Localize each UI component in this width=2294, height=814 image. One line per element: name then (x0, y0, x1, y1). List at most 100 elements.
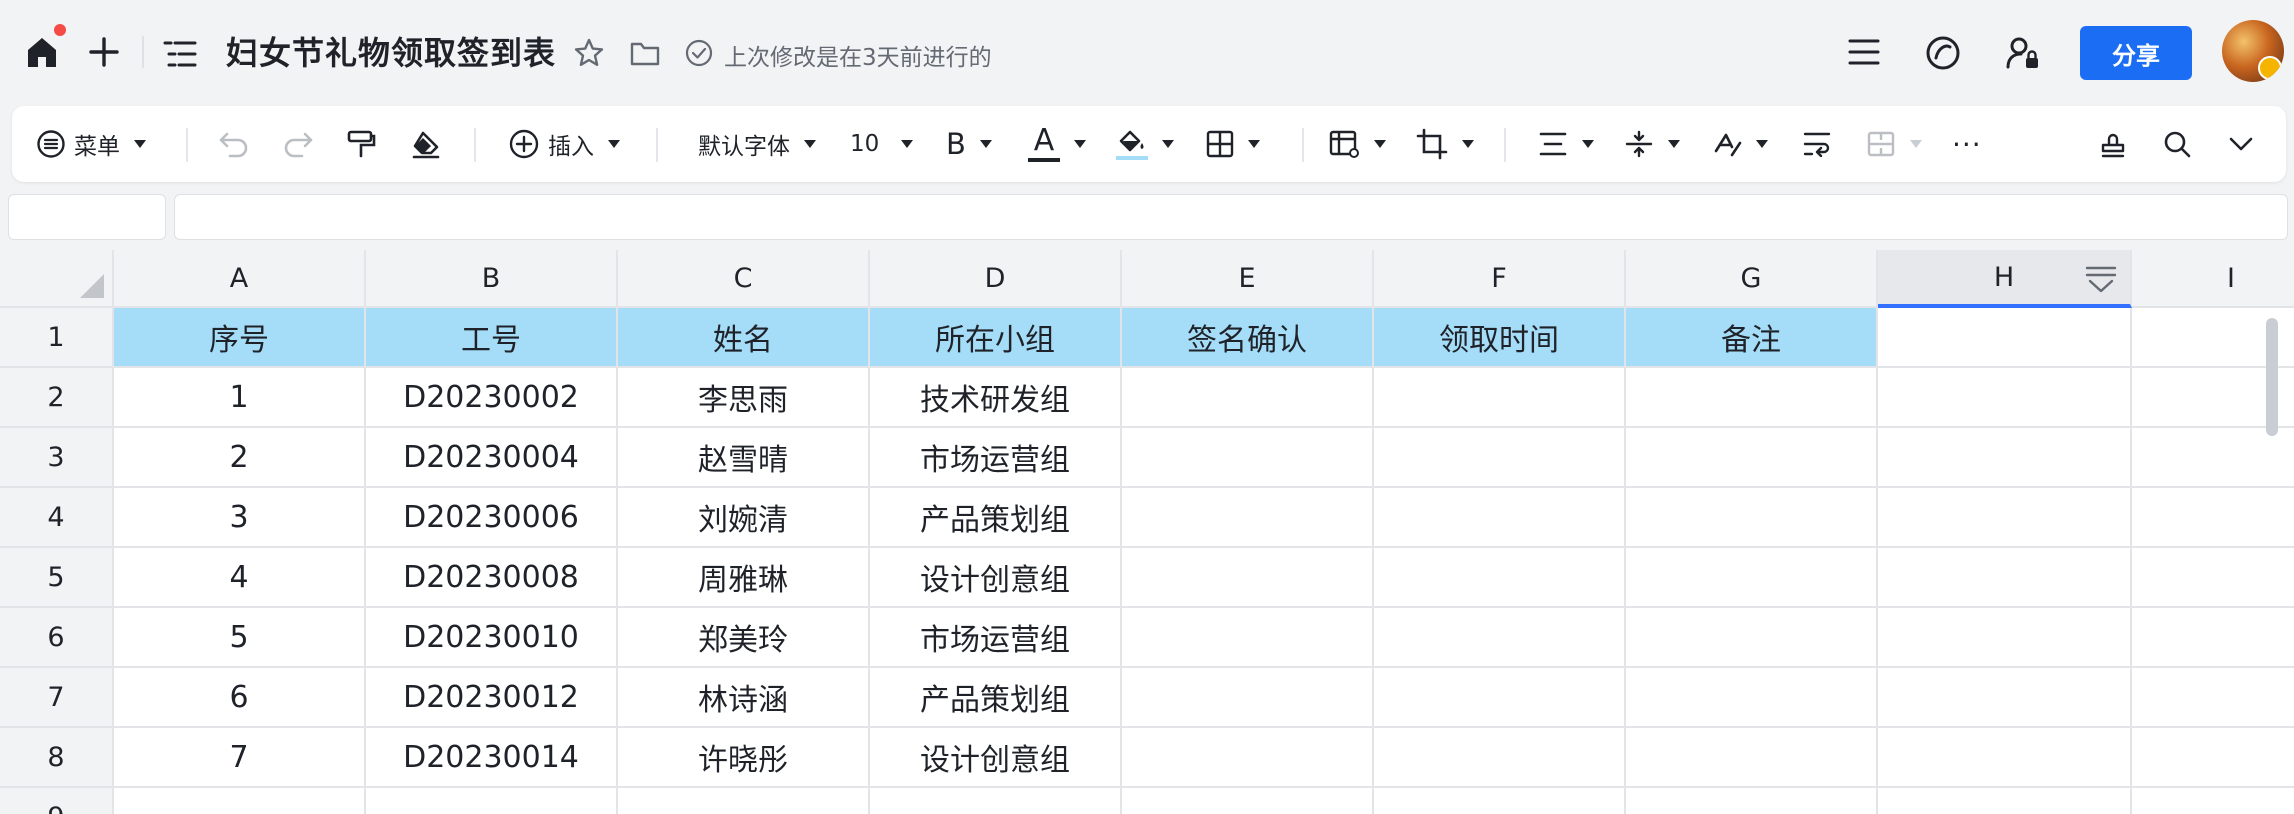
star-icon[interactable] (570, 34, 608, 72)
column-header-c[interactable]: C (618, 250, 870, 308)
formula-input[interactable] (174, 194, 2288, 240)
plus-icon[interactable] (84, 32, 124, 72)
search-button[interactable] (2162, 106, 2192, 182)
cell-f9[interactable] (1374, 788, 1626, 814)
row-header-1[interactable]: 1 (0, 308, 114, 368)
row-header-2[interactable]: 2 (0, 368, 114, 428)
more-button[interactable]: ··· (1952, 106, 1982, 182)
column-header-d[interactable]: D (870, 250, 1122, 308)
cell-b1[interactable]: 工号 (366, 308, 618, 368)
cell-i8[interactable] (2132, 728, 2294, 788)
cell-i5[interactable] (2132, 548, 2294, 608)
cell-h2[interactable] (1878, 368, 2132, 428)
font-family-dropdown[interactable]: 默认字体 (698, 106, 816, 182)
cell-i6[interactable] (2132, 608, 2294, 668)
cell-g2[interactable] (1626, 368, 1878, 428)
cell-e2[interactable] (1122, 368, 1374, 428)
cell-a8[interactable]: 7 (114, 728, 366, 788)
font-size-dropdown[interactable]: 10 (850, 106, 914, 182)
fill-color-dropdown[interactable] (1116, 106, 1174, 182)
cell-h6[interactable] (1878, 608, 2132, 668)
cell-c5[interactable]: 周雅琳 (618, 548, 870, 608)
menu-icon[interactable] (1844, 32, 1884, 72)
filter-icon[interactable] (2084, 264, 2118, 294)
cell-c2[interactable]: 李思雨 (618, 368, 870, 428)
cell-c7[interactable]: 林诗涵 (618, 668, 870, 728)
cell-h7[interactable] (1878, 668, 2132, 728)
row-header-5[interactable]: 5 (0, 548, 114, 608)
cell-h3[interactable] (1878, 428, 2132, 488)
vertical-align-dropdown[interactable] (1624, 106, 1680, 182)
cell-b7[interactable]: D20230012 (366, 668, 618, 728)
collapse-toolbar-button[interactable] (2228, 106, 2254, 182)
cell-i9[interactable] (2132, 788, 2294, 814)
row-header-6[interactable]: 6 (0, 608, 114, 668)
cell-i3[interactable] (2132, 428, 2294, 488)
cell-a9[interactable] (114, 788, 366, 814)
cell-g7[interactable] (1626, 668, 1878, 728)
cell-h4[interactable] (1878, 488, 2132, 548)
column-header-e[interactable]: E (1122, 250, 1374, 308)
cell-b4[interactable]: D20230006 (366, 488, 618, 548)
freeze-dropdown[interactable] (1328, 106, 1386, 182)
row-header-9[interactable]: 9 (0, 788, 114, 814)
cell-e1[interactable]: 签名确认 (1122, 308, 1374, 368)
cell-g1[interactable]: 备注 (1626, 308, 1878, 368)
cell-b3[interactable]: D20230004 (366, 428, 618, 488)
select-all-corner[interactable] (0, 250, 114, 308)
cell-h9[interactable] (1878, 788, 2132, 814)
folder-icon[interactable] (626, 34, 664, 72)
column-header-g[interactable]: G (1626, 250, 1878, 308)
cell-d1[interactable]: 所在小组 (870, 308, 1122, 368)
cell-c4[interactable]: 刘婉清 (618, 488, 870, 548)
cell-f5[interactable] (1374, 548, 1626, 608)
cell-c8[interactable]: 许晓彤 (618, 728, 870, 788)
cell-e3[interactable] (1122, 428, 1374, 488)
cell-d8[interactable]: 设计创意组 (870, 728, 1122, 788)
comment-icon[interactable] (1922, 32, 1964, 74)
cell-c1[interactable]: 姓名 (618, 308, 870, 368)
cell-g5[interactable] (1626, 548, 1878, 608)
cell-a3[interactable]: 2 (114, 428, 366, 488)
cell-f6[interactable] (1374, 608, 1626, 668)
cell-d2[interactable]: 技术研发组 (870, 368, 1122, 428)
cell-h1[interactable] (1878, 308, 2132, 368)
cell-h5[interactable] (1878, 548, 2132, 608)
avatar[interactable] (2222, 20, 2284, 82)
cell-e9[interactable] (1122, 788, 1374, 814)
column-header-f[interactable]: F (1374, 250, 1626, 308)
border-dropdown[interactable] (1206, 106, 1260, 182)
cell-g6[interactable] (1626, 608, 1878, 668)
cell-e7[interactable] (1122, 668, 1374, 728)
cell-a4[interactable]: 3 (114, 488, 366, 548)
column-header-a[interactable]: A (114, 250, 366, 308)
cell-e5[interactable] (1122, 548, 1374, 608)
clear-format-button[interactable] (410, 106, 442, 182)
cell-reference-box[interactable] (8, 194, 166, 240)
font-color-dropdown[interactable]: A (1028, 106, 1086, 182)
cell-f1[interactable]: 领取时间 (1374, 308, 1626, 368)
cell-e4[interactable] (1122, 488, 1374, 548)
row-header-7[interactable]: 7 (0, 668, 114, 728)
document-title[interactable]: 妇女节礼物领取签到表 (226, 28, 556, 74)
cell-c6[interactable]: 郑美玲 (618, 608, 870, 668)
cell-b2[interactable]: D20230002 (366, 368, 618, 428)
redo-button[interactable] (282, 106, 314, 182)
insert-dropdown[interactable]: 插入 (508, 106, 620, 182)
cell-i7[interactable] (2132, 668, 2294, 728)
cell-g9[interactable] (1626, 788, 1878, 814)
cell-a5[interactable]: 4 (114, 548, 366, 608)
cell-f8[interactable] (1374, 728, 1626, 788)
cell-c9[interactable] (618, 788, 870, 814)
cell-f7[interactable] (1374, 668, 1626, 728)
cell-h8[interactable] (1878, 728, 2132, 788)
cell-e8[interactable] (1122, 728, 1374, 788)
stamp-button[interactable] (2098, 106, 2128, 182)
menu-dropdown[interactable]: 菜单 (36, 106, 146, 182)
cell-a1[interactable]: 序号 (114, 308, 366, 368)
cell-b5[interactable]: D20230008 (366, 548, 618, 608)
merge-cells-dropdown[interactable] (1866, 106, 1922, 182)
cell-d9[interactable] (870, 788, 1122, 814)
cell-f2[interactable] (1374, 368, 1626, 428)
cell-b6[interactable]: D20230010 (366, 608, 618, 668)
